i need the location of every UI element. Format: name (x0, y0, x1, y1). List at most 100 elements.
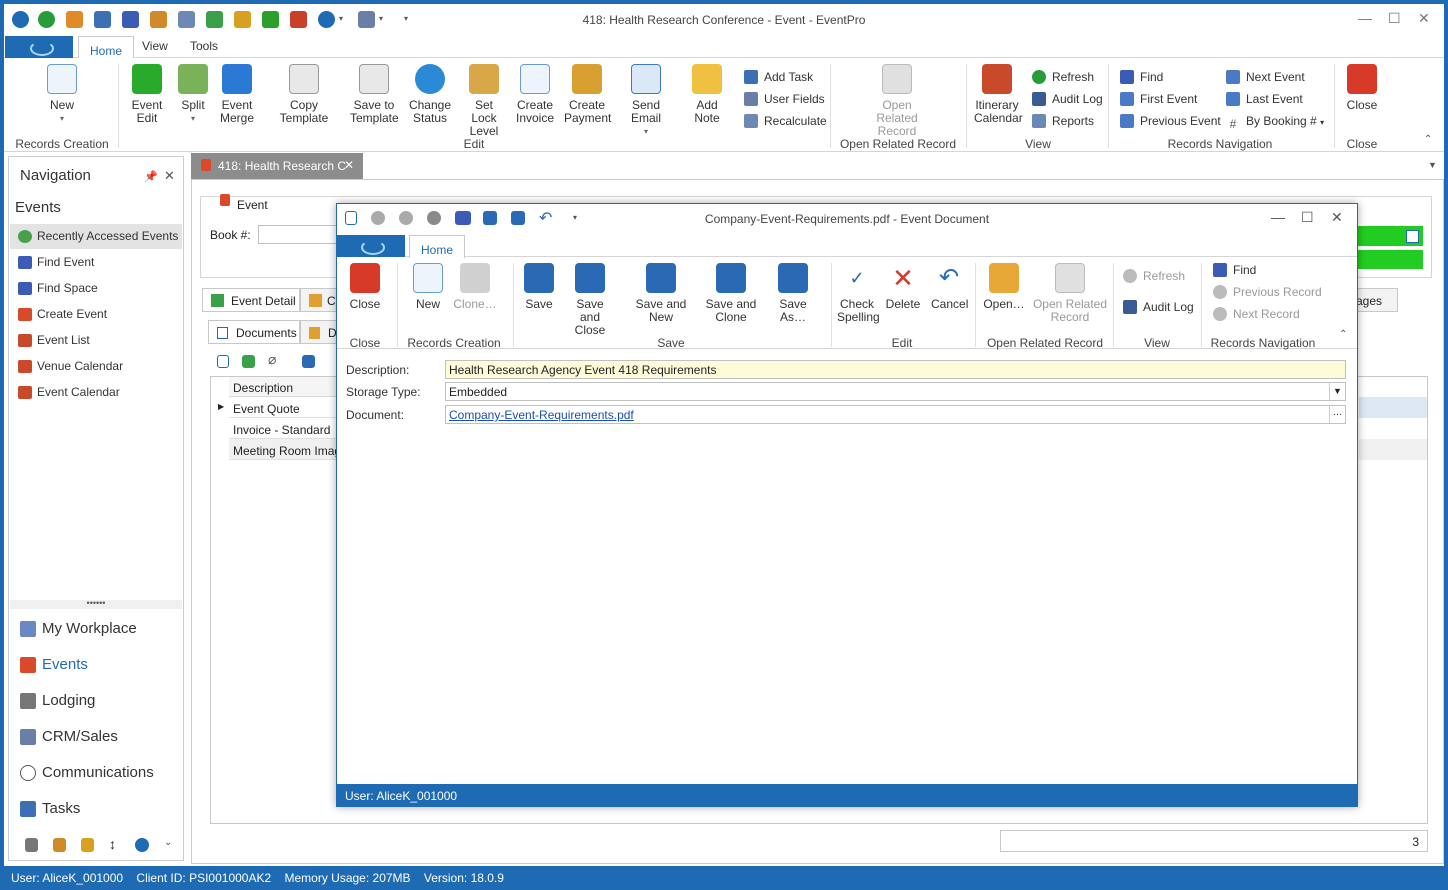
close-icon[interactable]: ✕ (1418, 10, 1430, 27)
open-button[interactable]: Open… (983, 263, 1025, 311)
tab-partial[interactable]: C (300, 288, 338, 312)
close-icon[interactable]: ✕ (1331, 209, 1343, 226)
nav-item-event-list[interactable]: Event List (10, 328, 182, 353)
document-link[interactable]: Company-Event-Requirements.pdf (449, 408, 634, 422)
set-lock-level-button[interactable]: Set Lock Level (462, 64, 506, 138)
delete-button[interactable]: ✕ Delete (885, 263, 921, 311)
next-event-button[interactable]: Next Event (1226, 68, 1305, 86)
reports-button[interactable]: Reports (1032, 112, 1094, 130)
create-invoice-button[interactable]: Create Invoice (516, 64, 554, 125)
chevron-down-icon[interactable]: ⌄ (164, 837, 172, 848)
clone-button[interactable]: Clone… (453, 263, 497, 311)
globe-icon[interactable] (135, 838, 149, 852)
folder-icon[interactable] (81, 838, 94, 852)
module-my-workplace[interactable]: My Workplace (10, 612, 182, 645)
add-note-button[interactable]: Add Note (682, 64, 732, 125)
close-nav-icon[interactable]: ✕ (164, 168, 175, 184)
save-and-close-button[interactable]: Save and Close (565, 263, 615, 337)
close-button[interactable]: Close (347, 263, 383, 311)
application-button[interactable] (5, 36, 73, 58)
audit-log-button[interactable]: Audit Log (1123, 298, 1194, 316)
nav-item-find-event[interactable]: Find Event (10, 250, 182, 275)
first-event-button[interactable]: First Event (1120, 90, 1197, 108)
close-button[interactable]: Close (1342, 64, 1382, 112)
create-payment-button[interactable]: Create Payment (564, 64, 611, 125)
document-field[interactable]: Company-Event-Requirements.pdf … (445, 405, 1346, 424)
tab-tools[interactable]: Tools (190, 39, 218, 53)
maximize-icon[interactable]: ☐ (1301, 209, 1314, 226)
add-task-button[interactable]: Add Task (744, 68, 813, 86)
refresh-button[interactable]: Refresh (1123, 267, 1185, 285)
recalculate-button[interactable]: Recalculate (744, 112, 827, 130)
copy-template-button[interactable]: Copy Template (266, 64, 342, 125)
nav-item-create-event[interactable]: Create Event (10, 302, 182, 327)
chevron-down-icon[interactable]: ▼ (1329, 383, 1345, 400)
nav-item-event-calendar[interactable]: Event Calendar (10, 380, 182, 405)
new-icon[interactable] (217, 355, 229, 368)
find-button[interactable]: Find (1213, 261, 1256, 279)
grid-icon[interactable] (1406, 230, 1419, 243)
module-lodging[interactable]: Lodging (10, 684, 182, 717)
new-button[interactable]: New (411, 263, 445, 311)
add-icon[interactable] (242, 355, 255, 368)
calculator-icon[interactable] (25, 838, 38, 852)
notes-icon[interactable] (53, 838, 66, 852)
nav-item-find-space[interactable]: Find Space (10, 276, 182, 301)
event-edit-button[interactable]: Event Edit (128, 64, 166, 125)
user-fields-button[interactable]: User Fields (744, 90, 825, 108)
tabs-dropdown-icon[interactable]: ▼ (1428, 160, 1437, 170)
new-button[interactable]: New ▾ (44, 64, 80, 125)
previous-record-button[interactable]: Previous Record (1213, 283, 1322, 301)
change-status-button[interactable]: Change Status (408, 64, 452, 125)
tab-home[interactable]: Home (409, 235, 466, 258)
module-events[interactable]: Events (10, 648, 182, 681)
minimize-icon[interactable]: — (1271, 209, 1285, 225)
sort-icon[interactable]: ↕ (109, 836, 116, 852)
browse-button[interactable]: … (1329, 406, 1345, 423)
audit-log-button[interactable]: Audit Log (1032, 90, 1103, 108)
book-number-input[interactable] (258, 225, 338, 244)
tab-event-detail[interactable]: Event Detail (202, 288, 300, 312)
save-to-template-button[interactable]: Save to Template (350, 64, 399, 125)
by-booking-button[interactable]: # By Booking # ▾ (1226, 112, 1324, 131)
minimize-icon[interactable]: — (1358, 10, 1372, 26)
check-spelling-button[interactable]: ✓ Check Spelling (837, 263, 880, 324)
collapse-ribbon-icon[interactable]: ⌃ (1424, 134, 1432, 145)
maximize-icon[interactable]: ☐ (1388, 10, 1401, 27)
module-communications[interactable]: Communications (10, 756, 182, 789)
module-crm-sales[interactable]: CRM/Sales (10, 720, 182, 753)
subtab-documents[interactable]: Documents (208, 320, 300, 344)
attach-icon[interactable]: ⌀ (268, 351, 276, 368)
application-button[interactable] (337, 235, 405, 257)
subtab-partial[interactable]: D (300, 320, 338, 344)
split-button[interactable]: Split ▾ (176, 64, 210, 125)
description-input[interactable]: Health Research Agency Event 418 Require… (445, 360, 1346, 379)
nav-item-venue-calendar[interactable]: Venue Calendar (10, 354, 182, 379)
open-related-record-button[interactable]: Open Related Record (862, 64, 932, 138)
pin-icon[interactable]: 📌 (144, 170, 158, 183)
save-as-button[interactable]: Save As… (765, 263, 821, 324)
cancel-button[interactable]: ↶ Cancel (931, 263, 968, 311)
open-related-record-button[interactable]: Open Related Record (1031, 263, 1109, 324)
itinerary-calendar-button[interactable]: Itinerary Calendar (974, 64, 1023, 125)
module-tasks[interactable]: Tasks (10, 792, 182, 825)
tab-view[interactable]: View (142, 39, 168, 53)
previous-event-button[interactable]: Previous Event (1120, 112, 1221, 130)
storage-type-select[interactable]: Embedded ▼ (445, 382, 1346, 401)
refresh-button[interactable]: Refresh (1032, 68, 1094, 86)
save-button[interactable]: Save (523, 263, 555, 311)
save-and-new-button[interactable]: Save and New (625, 263, 697, 324)
find-button[interactable]: Find (1120, 68, 1163, 86)
save-icon[interactable] (302, 355, 315, 368)
save-and-clone-button[interactable]: Save and Clone (705, 263, 757, 324)
close-tab-icon[interactable]: ✕ (344, 158, 354, 172)
collapse-ribbon-icon[interactable]: ⌃ (1339, 329, 1347, 340)
document-tab[interactable]: 418: Health Research C ✕ (191, 153, 363, 179)
next-record-button[interactable]: Next Record (1213, 305, 1300, 323)
tab-home[interactable]: Home (78, 36, 135, 59)
send-email-button[interactable]: Send Email ▾ (618, 64, 674, 138)
event-merge-button[interactable]: Event Merge (218, 64, 256, 125)
pane-splitter[interactable]: •••••• (10, 599, 182, 609)
last-event-button[interactable]: Last Event (1226, 90, 1303, 108)
nav-item-recently-accessed[interactable]: Recently Accessed Events (10, 224, 182, 249)
